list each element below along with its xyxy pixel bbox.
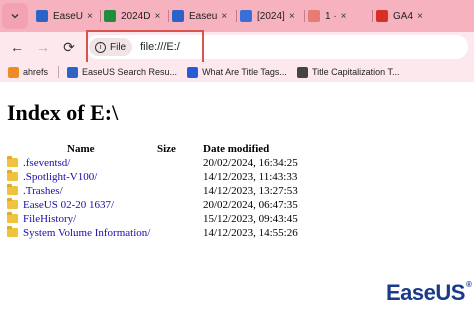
entry-link[interactable]: FileHistory/: [23, 213, 76, 225]
column-header-name[interactable]: Name: [67, 143, 95, 155]
bookmark-label: EaseUS Search Resu...: [82, 67, 178, 77]
folder-icon: [7, 212, 18, 223]
reload-button[interactable]: ⟳: [56, 39, 82, 56]
arrow-left-icon: ←: [10, 39, 24, 55]
entry-link[interactable]: System Volume Information/: [23, 227, 150, 239]
bookmark-item[interactable]: What Are Title Tags...: [187, 66, 287, 78]
entry-name-cell: .Spotlight-V100/: [7, 170, 97, 183]
tab-label: GA4: [393, 10, 414, 22]
bookmark-label: Title Capitalization T...: [311, 67, 400, 77]
close-icon[interactable]: ×: [289, 11, 295, 22]
entry-date: 14/12/2023, 11:43:33: [203, 171, 298, 183]
entry-link[interactable]: EaseUS 02-20 1637/: [23, 199, 114, 211]
chevron-down-icon: [11, 14, 19, 19]
easeus-logo: EaseUS®: [386, 280, 472, 306]
close-icon[interactable]: ×: [221, 11, 227, 22]
tab-1[interactable]: 2024D ×: [100, 2, 168, 30]
folder-icon: [7, 170, 18, 181]
tab-label: [2024]: [257, 10, 285, 22]
forward-button[interactable]: →: [30, 39, 56, 55]
loading-favicon: [308, 10, 320, 22]
browser-toolbar: ← → ⟳ i File file:///E:/: [0, 32, 474, 62]
entry-date: 15/12/2023, 09:43:45: [203, 213, 298, 225]
bookmark-label: ahrefs: [23, 67, 49, 77]
analytics-favicon: [376, 10, 388, 22]
entry-name-cell: FileHistory/: [7, 212, 76, 225]
back-button[interactable]: ←: [4, 39, 30, 55]
entry-name-cell: .fseventsd/: [7, 156, 70, 169]
easeus-favicon: [36, 10, 48, 22]
bookmark-separator: [58, 66, 60, 78]
gear-icon: [296, 66, 308, 78]
entry-name-cell: EaseUS 02-20 1637/: [7, 198, 114, 211]
ahrefs-icon: [8, 66, 19, 78]
column-header-size[interactable]: Size: [157, 143, 176, 155]
entry-name-cell: System Volume Information/: [7, 226, 150, 239]
tab-label: EaseU: [53, 10, 84, 22]
folder-icon: [7, 184, 18, 195]
bookmark-item[interactable]: ahrefs: [8, 66, 49, 78]
folder-icon: [7, 198, 18, 209]
entry-date: 20/02/2024, 16:34:25: [203, 157, 298, 169]
bookmark-item[interactable]: EaseUS Search Resu...: [67, 66, 178, 78]
m-icon: [187, 66, 199, 78]
entry-date: 14/12/2023, 13:27:53: [203, 185, 298, 197]
tab-0[interactable]: EaseU ×: [32, 2, 100, 30]
bookmarks-bar: ahrefs EaseUS Search Resu... What Are Titl…: [0, 62, 474, 82]
bookmark-item[interactable]: Title Capitalization T...: [296, 66, 400, 78]
annotation-highlight-box: [86, 30, 204, 64]
sheets-favicon: [104, 10, 116, 22]
link-favicon: [240, 10, 252, 22]
close-icon[interactable]: ×: [417, 11, 423, 22]
tab-label: Easeu: [189, 10, 218, 22]
entry-name-cell: .Trashes/: [7, 184, 63, 197]
tab-2[interactable]: Easeu ×: [168, 2, 236, 30]
tab-4[interactable]: 1 · ×: [304, 2, 372, 30]
tab-3[interactable]: [2024] ×: [236, 2, 304, 30]
folder-icon: [7, 226, 18, 237]
tab-search-button[interactable]: [2, 3, 28, 29]
tab-label: 1 ·: [325, 10, 337, 22]
close-icon[interactable]: ×: [154, 11, 160, 22]
page-title: Index of E:\: [7, 100, 119, 125]
easeus-icon: [67, 66, 79, 78]
reload-icon: ⟳: [63, 38, 75, 55]
column-header-date[interactable]: Date modified: [203, 143, 269, 155]
close-icon[interactable]: ×: [341, 11, 347, 22]
easeus-favicon: [172, 10, 184, 22]
logo-text: EaseUS: [386, 280, 465, 305]
tab-5[interactable]: GA4 ×: [372, 2, 432, 30]
entry-date: 20/02/2024, 06:47:35: [203, 199, 298, 211]
tab-label: 2024D: [121, 10, 151, 22]
arrow-right-icon: →: [36, 39, 50, 55]
entry-link[interactable]: .Trashes/: [23, 185, 63, 197]
entry-link[interactable]: .Spotlight-V100/: [23, 171, 97, 183]
folder-icon: [7, 156, 18, 167]
registered-mark: ®: [465, 280, 472, 289]
entry-date: 14/12/2023, 14:55:26: [203, 227, 298, 239]
bookmark-label: What Are Title Tags...: [202, 67, 287, 77]
tab-strip: EaseU × 2024D × Easeu × [2024] × 1 · × GA4 ×: [0, 0, 474, 32]
close-icon[interactable]: ×: [87, 11, 93, 22]
entry-link[interactable]: .fseventsd/: [23, 157, 70, 169]
